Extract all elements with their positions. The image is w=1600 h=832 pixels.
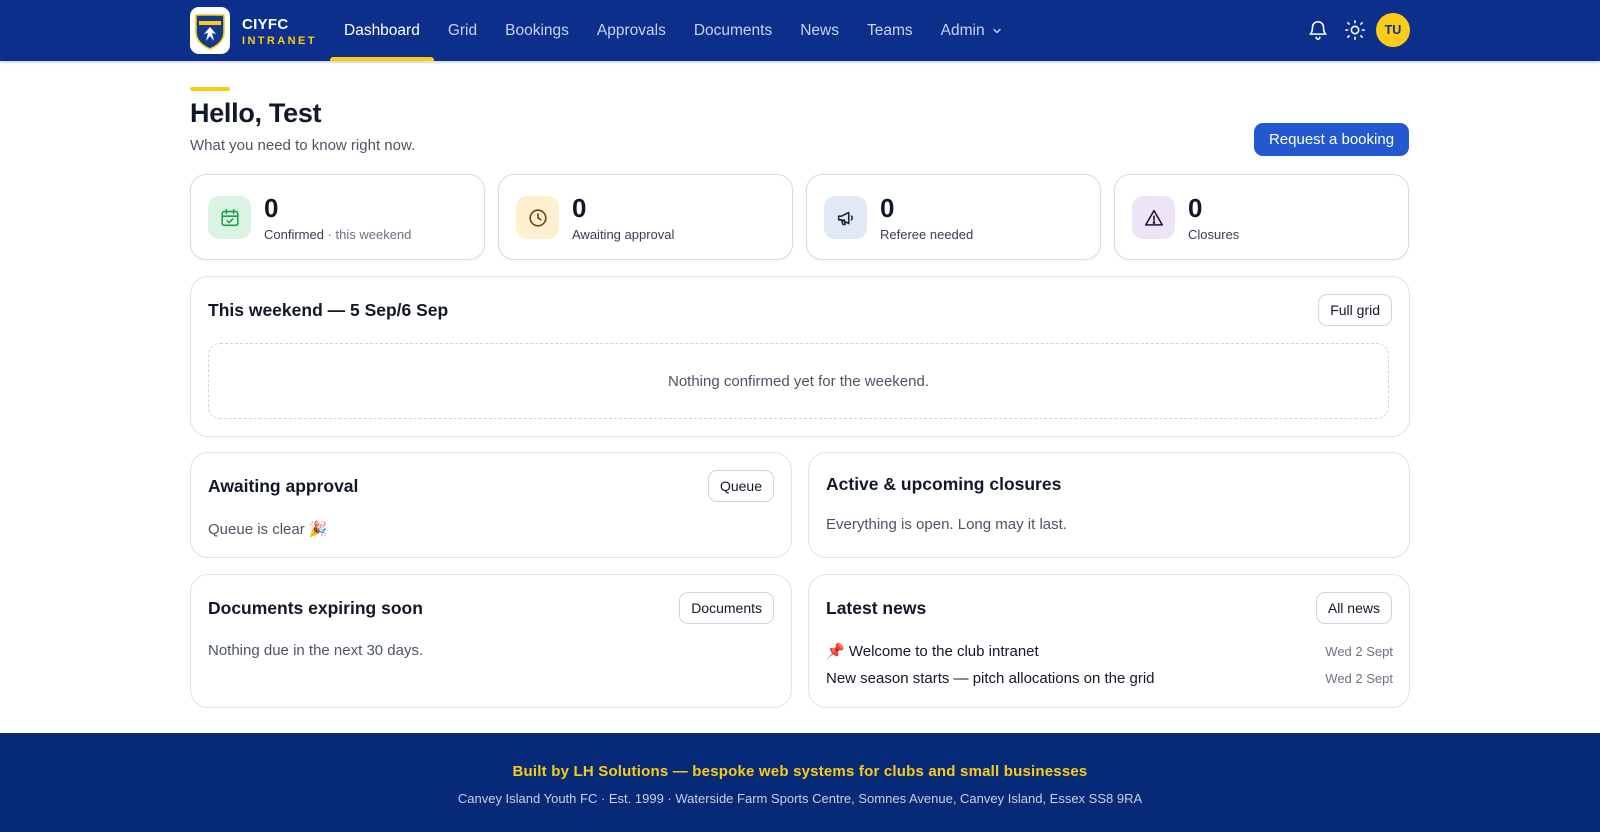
nav-label: Admin: [940, 21, 985, 39]
main-nav: Dashboard Grid Bookings Approvals Docume…: [330, 0, 1016, 61]
news-item[interactable]: New season starts — pitch allocations on…: [826, 670, 1393, 687]
nav-teams[interactable]: Teams: [853, 0, 927, 61]
stat-value: 0: [1188, 193, 1203, 223]
news-item-date: Wed 2 Sept: [1325, 643, 1393, 659]
weekend-empty-state: Nothing confirmed yet for the weekend.: [208, 343, 1389, 419]
theme-toggle-button[interactable]: [1339, 13, 1371, 47]
footer-credit-link[interactable]: Built by LH Solutions — bespoke web syst…: [0, 763, 1600, 780]
weekend-title: This weekend — 5 Sep/6 Sep: [208, 300, 449, 320]
stat-label: Referee needed: [880, 227, 974, 242]
heading-accent-bar: [190, 87, 230, 91]
documents-expiring-title: Documents expiring soon: [208, 598, 423, 618]
stat-card-confirmed[interactable]: 0 Confirmed · this weekend: [190, 174, 485, 260]
stat-value: 0: [264, 193, 279, 223]
nav-approvals[interactable]: Approvals: [583, 0, 680, 61]
stat-card-awaiting-approval[interactable]: 0 Awaiting approval: [498, 174, 793, 260]
closures-panel: Active & upcoming closures Everything is…: [808, 452, 1410, 558]
queue-status-text: Queue is clear 🎉: [208, 521, 328, 538]
closures-status-text: Everything is open. Long may it last.: [826, 516, 1067, 533]
brand-name: CIYFC: [242, 15, 289, 33]
nav-label: Grid: [447, 21, 478, 39]
megaphone-icon: [824, 196, 867, 239]
nav-bookings[interactable]: Bookings: [491, 0, 583, 61]
footer-club-address: Canvey Island Youth FC · Est. 1999 · Wat…: [457, 791, 1143, 806]
all-news-button[interactable]: All news: [1315, 592, 1392, 624]
nav-dashboard[interactable]: Dashboard: [330, 0, 434, 61]
stat-label: Awaiting approval: [572, 227, 675, 242]
news-item-date: Wed 2 Sept: [1325, 671, 1393, 686]
nav-documents[interactable]: Documents: [680, 0, 786, 61]
page-title: Hello, Test: [190, 98, 322, 128]
stat-value: 0: [572, 193, 587, 223]
awaiting-approval-title: Awaiting approval: [208, 476, 359, 496]
top-navbar: CIYFC INTRANET Dashboard Grid Bookings A…: [0, 0, 1600, 61]
stat-card-referee-needed[interactable]: 0 Referee needed: [806, 174, 1101, 260]
nav-label: Dashboard: [344, 21, 420, 39]
awaiting-approval-panel: Awaiting approval Queue Queue is clear 🎉: [190, 452, 792, 558]
page-subtitle: What you need to know right now.: [190, 137, 416, 154]
chevron-down-icon: [992, 26, 1002, 36]
sun-icon: [1345, 20, 1365, 40]
site-footer: Built by LH Solutions — bespoke web syst…: [0, 733, 1600, 832]
nav-label: News: [800, 21, 839, 39]
brand[interactable]: CIYFC INTRANET: [190, 7, 317, 54]
stat-value: 0: [880, 193, 895, 223]
weekend-panel: This weekend — 5 Sep/6 Sep Full grid Not…: [190, 276, 1410, 437]
queue-button[interactable]: Queue: [707, 470, 774, 502]
news-item-title: New season starts — pitch allocations on…: [826, 670, 1155, 687]
nav-label: Teams: [867, 21, 913, 39]
stat-card-closures[interactable]: 0 Closures: [1114, 174, 1409, 260]
closures-title: Active & upcoming closures: [826, 474, 1062, 494]
documents-expiring-panel: Documents expiring soon Documents Nothin…: [190, 574, 792, 708]
news-item-title: 📌 Welcome to the club intranet: [826, 642, 1039, 660]
nav-label: Approvals: [596, 21, 666, 39]
user-avatar[interactable]: TU: [1376, 13, 1410, 47]
stat-label: Closures: [1188, 227, 1240, 242]
warning-icon: [1132, 196, 1175, 239]
nav-label: Bookings: [505, 21, 569, 39]
nav-admin-dropdown[interactable]: Admin: [927, 0, 1016, 61]
request-booking-button[interactable]: Request a booking: [1254, 123, 1409, 156]
full-grid-button[interactable]: Full grid: [1318, 294, 1392, 326]
notifications-button[interactable]: [1302, 13, 1334, 47]
nav-news[interactable]: News: [786, 0, 853, 61]
clock-icon: [516, 196, 559, 239]
news-item[interactable]: 📌 Welcome to the club intranet Wed 2 Sep…: [826, 642, 1393, 660]
stat-label-text: Confirmed: [264, 227, 324, 242]
latest-news-panel: Latest news All news 📌 Welcome to the cl…: [808, 574, 1410, 708]
bell-icon: [1309, 21, 1327, 40]
nav-grid[interactable]: Grid: [434, 0, 491, 61]
pin-icon: 📌: [826, 643, 845, 660]
brand-subtitle: INTRANET: [242, 34, 317, 47]
documents-status-text: Nothing due in the next 30 days.: [208, 642, 424, 659]
nav-label: Documents: [693, 21, 773, 39]
stat-label: Confirmed · this weekend: [264, 227, 411, 242]
stat-label-suffix: · this weekend: [323, 227, 412, 242]
club-crest-logo: [190, 7, 230, 54]
latest-news-title: Latest news: [826, 598, 927, 618]
news-item-title-text: Welcome to the club intranet: [848, 643, 1039, 660]
documents-button[interactable]: Documents: [679, 592, 774, 624]
calendar-check-icon: [208, 196, 251, 239]
